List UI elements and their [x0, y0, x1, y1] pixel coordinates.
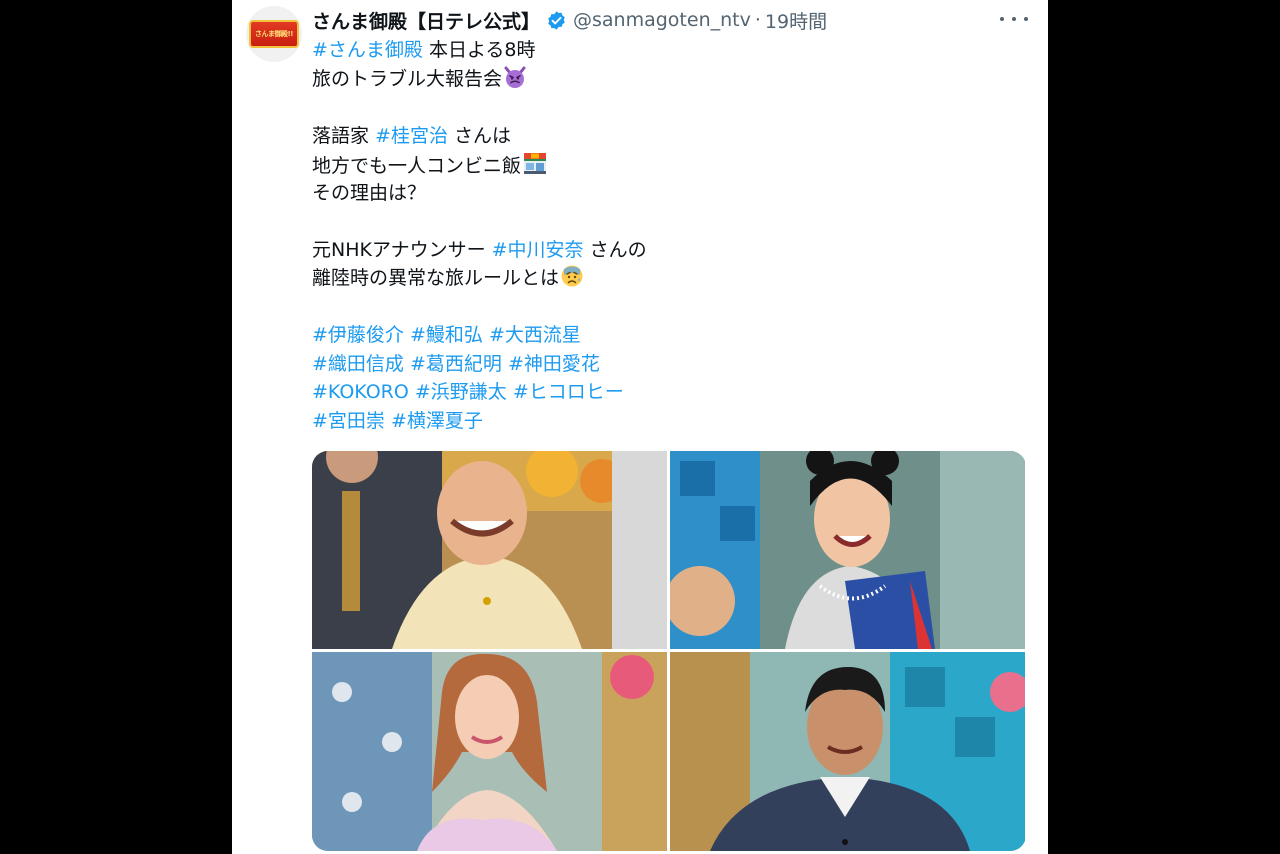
photo-woman-pink-dress[interactable]: [312, 652, 667, 851]
tweet-text-segment: さんは: [447, 124, 512, 147]
timestamp[interactable]: 19時間: [765, 7, 827, 34]
tweet-text-line: 落語家 #桂宮治 さんは: [312, 122, 1032, 151]
hashtag-link[interactable]: #神田愛花: [508, 353, 600, 375]
hashtag-link[interactable]: #KOKORO: [312, 381, 409, 403]
hashtag-link[interactable]: #中川安奈: [492, 239, 584, 261]
tweet-text-segment: 本日よる8時: [422, 39, 536, 61]
media-grid: [312, 451, 1026, 851]
hashtag-link[interactable]: #横澤夏子: [391, 410, 483, 432]
tweet-header: さんま御殿【日テレ公式】 @sanmagoten_ntv · 19時間: [312, 6, 827, 34]
tweet-text-line: 元NHKアナウンサー #中川安奈 さんの: [312, 236, 1032, 265]
hashtag-link[interactable]: #さんま御殿: [312, 39, 423, 61]
tweet-text-segment: 旅のトラブル大報告会: [312, 67, 503, 90]
tweet-text-line: 離陸時の異常な旅ルールとは: [312, 264, 1032, 293]
tweet-text: #さんま御殿 本日よる8時 旅のトラブル大報告会 落語家 #桂宮治 さんは 地方でも一…: [312, 36, 1032, 435]
tweet-text-line: #KOKORO #浜野謙太 #ヒコロヒー: [312, 378, 1032, 407]
anxious-face-icon: [560, 264, 584, 297]
user-handle[interactable]: @sanmagoten_ntv: [573, 9, 751, 31]
smiling-imp-icon: [503, 65, 527, 98]
tweet-text-segment: さんの: [583, 238, 647, 261]
hashtag-link[interactable]: #伊藤俊介: [312, 324, 404, 346]
convenience-store-icon: [522, 150, 548, 185]
tweet-text-line: 地方でも一人コンビニ飯: [312, 150, 1032, 179]
hashtag-link[interactable]: #宮田崇: [312, 410, 385, 432]
tweet-text-line: その理由は？: [312, 179, 1032, 208]
verified-badge-icon: [546, 10, 567, 31]
show-logo: さんま御殿!!: [249, 20, 299, 48]
tweet-text-line: #伊藤俊介 #鰻和弘 #大西流星: [312, 321, 1032, 350]
separator-dot: ·: [754, 9, 761, 31]
tweet-text-segment: 元NHKアナウンサー: [312, 238, 492, 261]
tweet-text-segment: 落語家: [312, 124, 376, 147]
photo-woman-basketball-jersey[interactable]: [670, 451, 1025, 649]
tweet-text-segment: 離陸時の異常な旅ルールとは: [312, 267, 560, 289]
tweet-text-line: 旅のトラブル大報告会: [312, 65, 1032, 94]
tweet-card[interactable]: さんま御殿!! さんま御殿【日テレ公式】 @sanmagoten_ntv · 1…: [232, 0, 1048, 854]
photo-man-plaid-sweater[interactable]: [670, 652, 1025, 851]
more-options-icon[interactable]: [1000, 8, 1028, 30]
hashtag-link[interactable]: #大西流星: [489, 324, 581, 346]
tweet-text-line: #宮田崇 #横澤夏子: [312, 407, 1032, 436]
hashtag-link[interactable]: #桂宮治: [375, 125, 448, 147]
avatar[interactable]: さんま御殿!!: [246, 6, 302, 62]
hashtag-link[interactable]: #鰻和弘: [410, 324, 483, 346]
tweet-text-line: #織田信成 #葛西紀明 #神田愛花: [312, 350, 1032, 379]
tweet-text-line: #さんま御殿 本日よる8時: [312, 36, 1032, 65]
photo-rakugo-performer[interactable]: [312, 451, 667, 649]
hashtag-link[interactable]: #葛西紀明: [410, 353, 502, 375]
display-name[interactable]: さんま御殿【日テレ公式】: [312, 7, 540, 34]
tweet-text-segment: その理由は？: [312, 181, 427, 204]
hashtag-link[interactable]: #ヒコロヒー: [513, 381, 624, 403]
tweet-text-segment: 地方でも一人コンビニ飯: [312, 155, 522, 177]
hashtag-link[interactable]: #浜野謙太: [415, 381, 507, 403]
hashtag-link[interactable]: #織田信成: [312, 353, 404, 375]
